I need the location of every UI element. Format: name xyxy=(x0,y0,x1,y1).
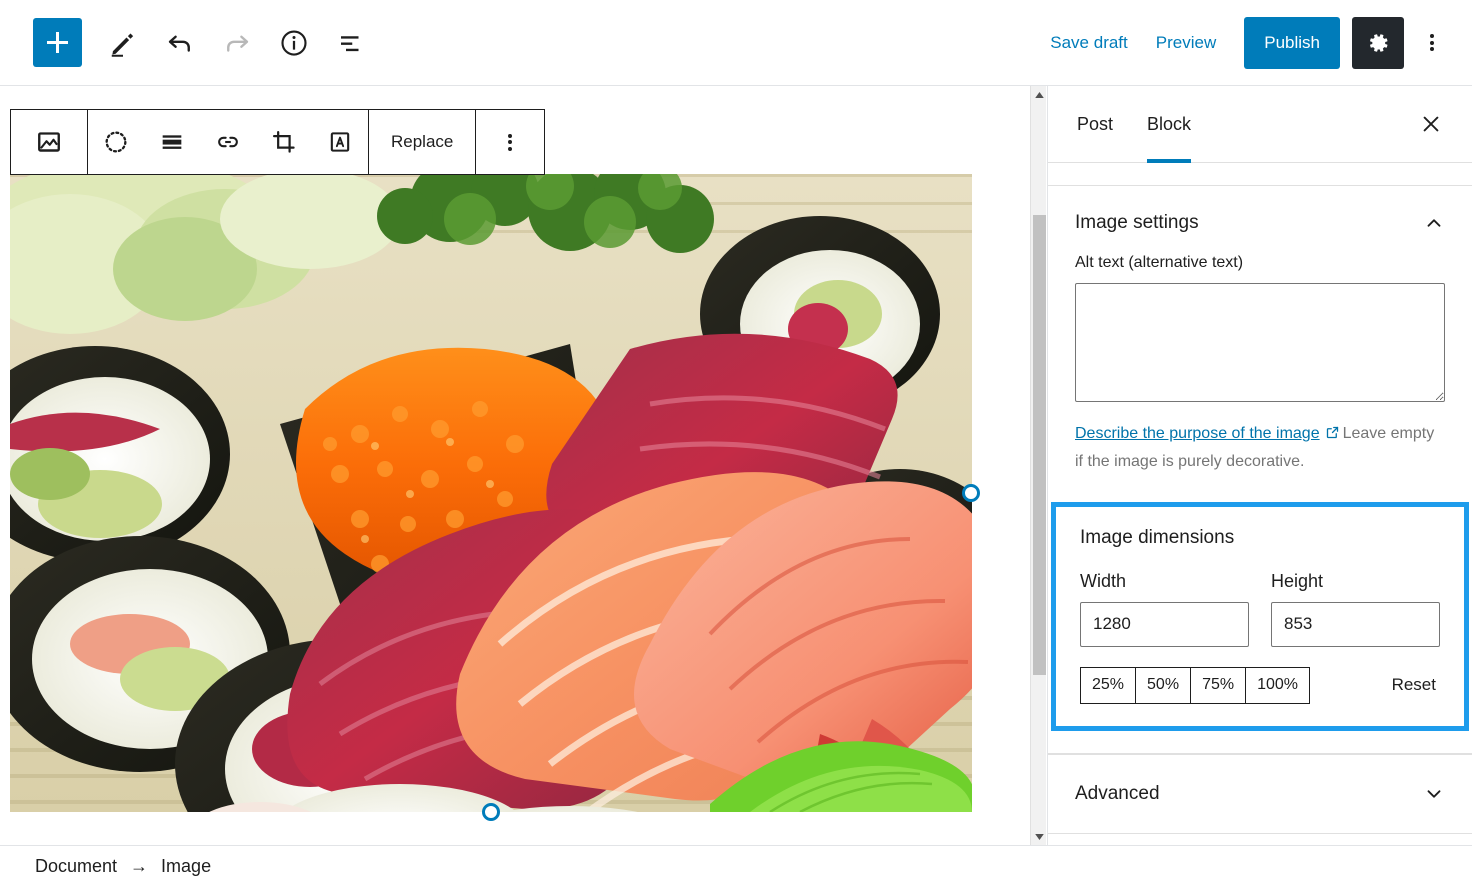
save-draft-button[interactable]: Save draft xyxy=(1036,23,1142,63)
image-dimensions-section: Image dimensions Width Height 25% 50% xyxy=(1051,502,1469,731)
editor-canvas: Replace xyxy=(0,86,1030,845)
publish-button[interactable]: Publish xyxy=(1244,17,1340,69)
sidebar-tab-bar: Post Block xyxy=(1048,86,1472,163)
scale-buttons-row: 25% 50% 75% 100% Reset xyxy=(1080,667,1440,704)
dimension-fields-row: Width Height xyxy=(1080,571,1440,647)
editor-header-bar: Save draft Preview Publish xyxy=(0,0,1472,86)
undo-button[interactable] xyxy=(155,18,204,67)
height-field-group: Height xyxy=(1271,571,1440,647)
info-icon xyxy=(279,28,309,58)
width-field-group: Width xyxy=(1080,571,1249,647)
settings-gear-button[interactable] xyxy=(1352,17,1404,69)
scale-25-button[interactable]: 25% xyxy=(1080,667,1135,704)
advanced-panel: Advanced xyxy=(1048,754,1472,834)
align-dotted-circle-icon xyxy=(102,128,130,156)
image-settings-title: Image settings xyxy=(1075,212,1199,234)
add-block-button[interactable] xyxy=(33,18,82,67)
scroll-up-arrow-icon[interactable] xyxy=(1031,86,1047,103)
image-block-toolbar: Replace xyxy=(10,109,545,175)
image-settings-toggle[interactable]: Image settings xyxy=(1048,186,1472,254)
breadcrumb-document[interactable]: Document xyxy=(31,854,121,879)
image-settings-body: Alt text (alternative text) Describe the… xyxy=(1048,254,1472,502)
text-over-image-button[interactable] xyxy=(312,110,368,174)
external-link-icon xyxy=(1325,423,1340,449)
scale-50-button[interactable]: 50% xyxy=(1135,667,1190,704)
panel-bottom-spacer xyxy=(1048,731,1472,753)
header-right-actions: Save draft Preview Publish xyxy=(1036,17,1472,69)
tab-block[interactable]: Block xyxy=(1130,86,1208,162)
advanced-title: Advanced xyxy=(1075,783,1160,805)
breadcrumb-image[interactable]: Image xyxy=(157,854,215,879)
scroll-down-arrow-icon[interactable] xyxy=(1031,828,1047,845)
reset-dimensions-button[interactable]: Reset xyxy=(1388,669,1440,701)
describe-image-link[interactable]: Describe the purpose of the image xyxy=(1075,425,1320,442)
selected-image-block[interactable] xyxy=(10,174,972,812)
preview-button[interactable]: Preview xyxy=(1142,23,1230,63)
alt-text-label: Alt text (alternative text) xyxy=(1075,254,1445,272)
kebab-menu-icon xyxy=(1430,32,1434,54)
canvas-scrollbar[interactable] xyxy=(1030,86,1046,845)
height-input[interactable] xyxy=(1271,602,1440,647)
list-view-icon xyxy=(336,28,366,58)
pencil-icon xyxy=(108,28,138,58)
width-input[interactable] xyxy=(1080,602,1249,647)
settings-sidebar: Post Block Image settings Alt text (alte… xyxy=(1047,86,1472,845)
text-over-image-icon xyxy=(326,128,354,156)
bottom-resize-handle[interactable] xyxy=(482,803,500,821)
breadcrumb-bar: Document → Image xyxy=(0,845,1472,886)
redo-button[interactable] xyxy=(212,18,261,67)
breadcrumb-separator: → xyxy=(130,856,148,877)
close-sidebar-button[interactable] xyxy=(1408,86,1454,162)
crop-icon xyxy=(270,128,298,156)
scale-100-button[interactable]: 100% xyxy=(1245,667,1310,704)
sushi-platter-image xyxy=(10,174,972,812)
change-alignment-button[interactable] xyxy=(88,110,144,174)
align-center-icon xyxy=(158,128,186,156)
wordpress-block-editor: Save draft Preview Publish xyxy=(0,0,1472,886)
kebab-menu-icon xyxy=(508,131,512,153)
scale-75-button[interactable]: 75% xyxy=(1190,667,1245,704)
header-left-tools xyxy=(0,18,379,67)
plus-icon xyxy=(47,32,68,53)
image-block-type-button[interactable] xyxy=(11,110,87,174)
tab-post[interactable]: Post xyxy=(1060,86,1130,162)
alt-text-help: Describe the purpose of the imageLeave e… xyxy=(1075,421,1445,476)
image-block-icon xyxy=(34,127,64,157)
right-resize-handle[interactable] xyxy=(962,484,980,502)
chevron-down-icon xyxy=(1423,783,1445,805)
image-dimensions-title: Image dimensions xyxy=(1080,527,1440,549)
sidebar-spacer-strip xyxy=(1048,163,1472,186)
close-icon xyxy=(1420,113,1442,135)
more-options-button[interactable] xyxy=(1410,17,1454,69)
gear-icon xyxy=(1365,30,1391,56)
scale-button-group: 25% 50% 75% 100% xyxy=(1080,667,1310,704)
width-label: Width xyxy=(1080,571,1249,592)
list-view-button[interactable] xyxy=(326,18,375,67)
advanced-toggle[interactable]: Advanced xyxy=(1048,755,1472,833)
details-info-button[interactable] xyxy=(269,18,318,67)
chevron-up-icon xyxy=(1423,212,1445,234)
redo-icon xyxy=(222,28,252,58)
block-more-options-button[interactable] xyxy=(476,110,544,174)
replace-button[interactable]: Replace xyxy=(369,110,475,174)
insert-link-button[interactable] xyxy=(200,110,256,174)
undo-icon xyxy=(165,28,195,58)
image-settings-panel: Image settings Alt text (alternative tex… xyxy=(1048,186,1472,754)
tools-pencil-button[interactable] xyxy=(98,18,147,67)
alt-text-input[interactable] xyxy=(1075,283,1445,402)
link-icon xyxy=(214,128,242,156)
scrollbar-thumb[interactable] xyxy=(1033,215,1046,675)
height-label: Height xyxy=(1271,571,1440,592)
align-center-button[interactable] xyxy=(144,110,200,174)
crop-button[interactable] xyxy=(256,110,312,174)
